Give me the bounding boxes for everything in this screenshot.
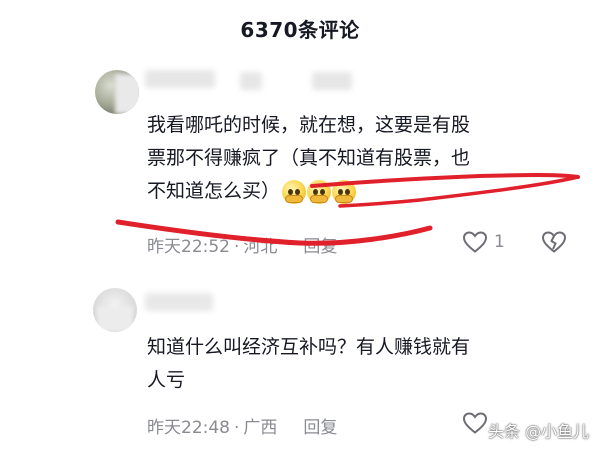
broken-heart-icon bbox=[541, 231, 567, 253]
username-blurred[interactable] bbox=[145, 293, 213, 311]
heart-icon bbox=[462, 231, 488, 253]
comment-line-last: 不知道怎么买） bbox=[147, 175, 587, 208]
comment-text: 我看哪吒的时候，就在想，这要是有股 票那不得赚疯了（真不知道有股票，也 不知道怎… bbox=[147, 109, 587, 208]
pleading-face-emoji bbox=[332, 179, 357, 204]
comment-location: 河北 bbox=[243, 237, 278, 257]
username-blurred[interactable] bbox=[145, 70, 215, 88]
comment-location: 广西 bbox=[243, 418, 278, 438]
username-blurred-part bbox=[240, 72, 262, 90]
comment-time: 昨天22:48 bbox=[147, 418, 230, 438]
like-button[interactable] bbox=[462, 411, 488, 435]
comment-line: 我看哪吒的时候，就在想，这要是有股 bbox=[147, 114, 471, 136]
dislike-button[interactable] bbox=[541, 230, 567, 258]
comment-line: 票那不得赚疯了（真不知道有股票，也 bbox=[147, 147, 471, 169]
like-button[interactable]: 1 bbox=[462, 230, 505, 254]
pleading-face-emoji bbox=[307, 179, 332, 204]
watermark: 头条 @小鱼儿 bbox=[488, 422, 590, 441]
reply-button[interactable]: 回复 bbox=[303, 418, 337, 438]
comment-line: 人亏 bbox=[147, 369, 186, 391]
emoji-group bbox=[282, 179, 357, 204]
avatar[interactable] bbox=[95, 70, 139, 114]
comment-time: 昨天22:52 bbox=[147, 237, 230, 257]
pleading-face-emoji bbox=[282, 179, 307, 204]
comment-meta: 昨天22:48 · 广西 回复 bbox=[147, 418, 338, 438]
comment-meta: 昨天22:52 · 河北 回复 bbox=[147, 237, 338, 257]
comment-line: 知道什么叫经济互补吗？有人赚钱就有 bbox=[147, 336, 471, 358]
heart-icon bbox=[462, 412, 488, 434]
reply-button[interactable]: 回复 bbox=[303, 237, 337, 257]
like-count: 1 bbox=[494, 232, 505, 252]
avatar[interactable] bbox=[93, 288, 137, 332]
username-blurred-part bbox=[312, 72, 352, 90]
comment-text: 知道什么叫经济互补吗？有人赚钱就有 人亏 bbox=[147, 331, 587, 397]
comment-count-title: 6370条评论 bbox=[240, 18, 360, 42]
